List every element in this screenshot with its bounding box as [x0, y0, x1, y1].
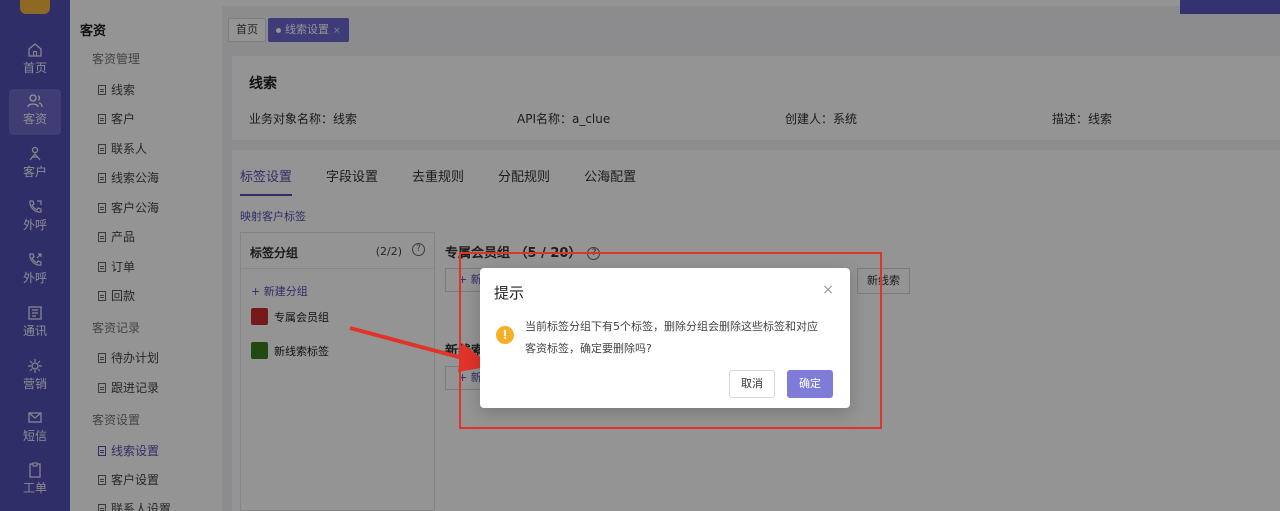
dialog-title: 提示 — [494, 284, 525, 302]
close-icon[interactable]: × — [822, 282, 834, 298]
confirm-dialog: 提示 × ! 当前标签分组下有5个标签，删除分组会删除这些标签和对应客资标签，确… — [480, 268, 850, 408]
dialog-message: 当前标签分组下有5个标签，删除分组会删除这些标签和对应客资标签，确定要删除吗? — [525, 320, 818, 355]
warning-icon: ! — [496, 326, 514, 344]
cancel-button[interactable]: 取消 — [729, 370, 775, 398]
confirm-button[interactable]: 确定 — [787, 370, 833, 398]
